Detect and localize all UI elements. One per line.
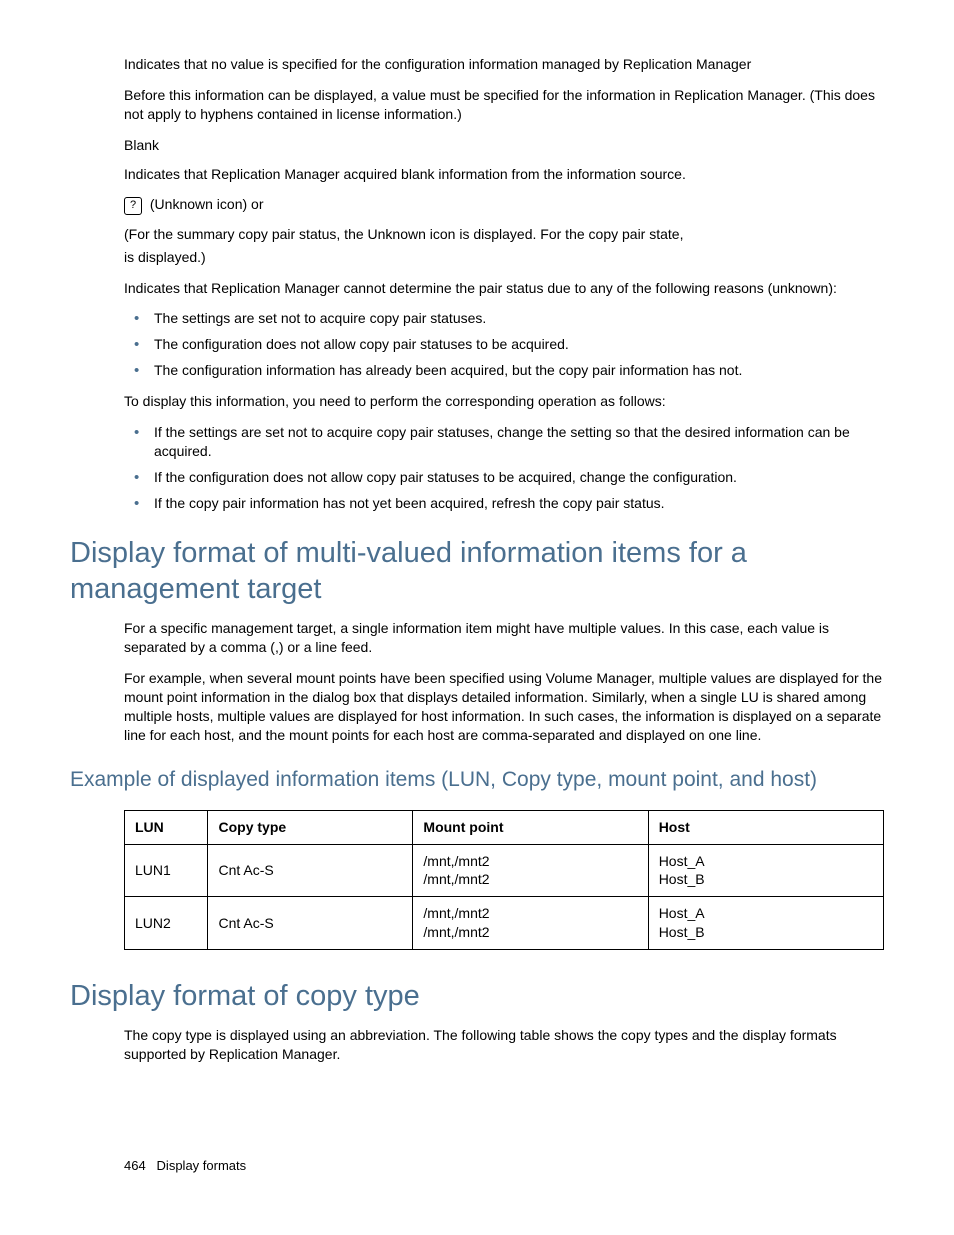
mount-line: /mnt,/mnt2 — [423, 853, 489, 869]
td-copy-type: Cnt Ac-S — [208, 897, 413, 950]
intro-p1: Indicates that no value is specified for… — [124, 55, 884, 74]
table-row: LUN2 Cnt Ac-S /mnt,/mnt2 /mnt,/mnt2 Host… — [125, 897, 884, 950]
reasons-item: The configuration information has alread… — [146, 361, 884, 380]
td-lun: LUN1 — [125, 844, 208, 897]
mount-line: /mnt,/mnt2 — [423, 871, 489, 887]
td-mount-point: /mnt,/mnt2 /mnt,/mnt2 — [413, 897, 648, 950]
host-line: Host_A — [659, 853, 705, 869]
multi-p1: For a specific management target, a sing… — [124, 619, 884, 657]
intro-p4-line1: (For the summary copy pair status, the U… — [124, 225, 884, 244]
td-mount-point: /mnt,/mnt2 /mnt,/mnt2 — [413, 844, 648, 897]
copytype-p1: The copy type is displayed using an abbr… — [124, 1026, 884, 1064]
host-line: Host_A — [659, 905, 705, 921]
td-lun: LUN2 — [125, 897, 208, 950]
td-host: Host_A Host_B — [648, 897, 883, 950]
ops-list: If the settings are set not to acquire c… — [124, 423, 884, 513]
td-copy-type: Cnt Ac-S — [208, 844, 413, 897]
ops-item: If the configuration does not allow copy… — [146, 468, 884, 487]
table-row: LUN1 Cnt Ac-S /mnt,/mnt2 /mnt,/mnt2 Host… — [125, 844, 884, 897]
th-mount-point: Mount point — [413, 810, 648, 844]
reasons-list: The settings are set not to acquire copy… — [124, 309, 884, 380]
intro-p2: Before this information can be displayed… — [124, 86, 884, 124]
intro-p3: Indicates that Replication Manager acqui… — [124, 165, 884, 184]
th-copy-type: Copy type — [208, 810, 413, 844]
blank-label: Blank — [124, 136, 884, 155]
section-subheading-example: Example of displayed information items (… — [70, 766, 884, 793]
th-host: Host — [648, 810, 883, 844]
mount-line: /mnt,/mnt2 — [423, 924, 489, 940]
intro-p6: To display this information, you need to… — [124, 392, 884, 411]
example-table: LUN Copy type Mount point Host LUN1 Cnt … — [124, 810, 884, 950]
reasons-item: The configuration does not allow copy pa… — [146, 335, 884, 354]
page-number: 464 — [124, 1158, 146, 1173]
mount-line: /mnt,/mnt2 — [423, 905, 489, 921]
host-line: Host_B — [659, 924, 705, 940]
page-footer: 464 Display formats — [124, 1157, 246, 1175]
section-heading-copytype: Display format of copy type — [70, 978, 884, 1014]
unknown-icon: ? — [124, 197, 142, 215]
th-lun: LUN — [125, 810, 208, 844]
host-line: Host_B — [659, 871, 705, 887]
unknown-label-text: (Unknown icon) or — [146, 196, 264, 212]
multi-p2: For example, when several mount points h… — [124, 669, 884, 745]
td-host: Host_A Host_B — [648, 844, 883, 897]
document-page: Indicates that no value is specified for… — [0, 0, 954, 1235]
intro-p5: Indicates that Replication Manager canno… — [124, 279, 884, 298]
table-header-row: LUN Copy type Mount point Host — [125, 810, 884, 844]
chapter-name: Display formats — [157, 1158, 247, 1173]
section-heading-multi: Display format of multi-valued informati… — [70, 535, 884, 608]
unknown-label-line: ? (Unknown icon) or — [124, 195, 884, 214]
ops-item: If the copy pair information has not yet… — [146, 494, 884, 513]
reasons-item: The settings are set not to acquire copy… — [146, 309, 884, 328]
intro-p4-line2: is displayed.) — [124, 248, 884, 267]
ops-item: If the settings are set not to acquire c… — [146, 423, 884, 461]
